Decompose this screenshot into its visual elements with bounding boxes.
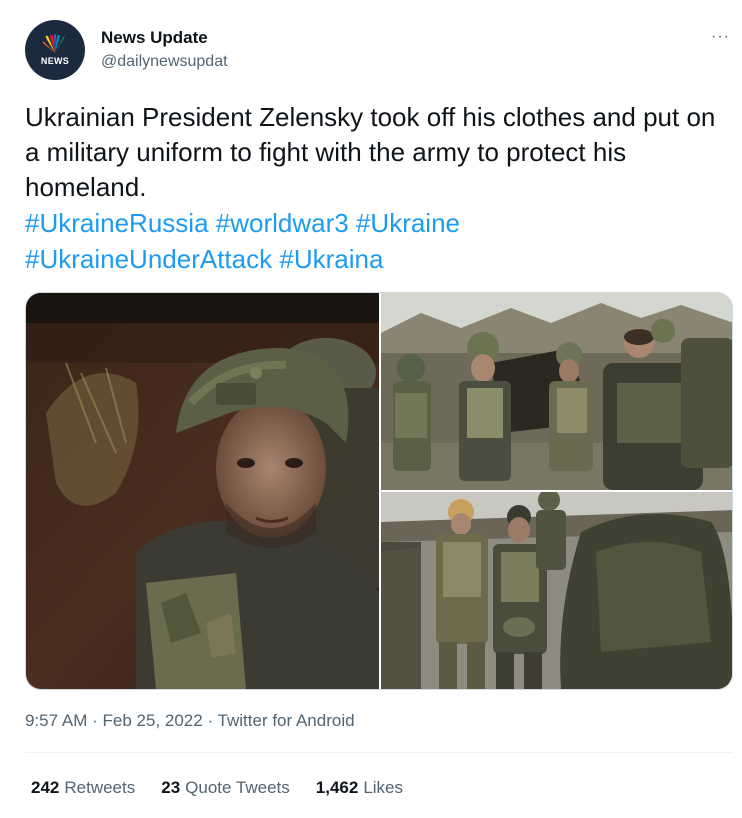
tweet: NEWS News Update @dailynewsupdat ··· Ukr… <box>0 0 742 818</box>
hashtag-list: #UkraineRussia #worldwar3 #Ukraine #Ukra… <box>25 205 725 277</box>
meta-separator: · <box>207 711 214 730</box>
soldiers-walking-photo[interactable] <box>381 492 732 689</box>
soldiers-at-bunker-photo[interactable] <box>381 293 732 490</box>
quote-tweets-stat[interactable]: 23 Quote Tweets <box>161 778 290 798</box>
tweet-meta: 9:57 AM · Feb 25, 2022 · Twitter for And… <box>25 711 355 731</box>
likes-label: Likes <box>363 778 403 797</box>
hashtag-link[interactable]: #UkraineRussia <box>25 208 209 238</box>
divider <box>25 752 733 753</box>
more-options-icon[interactable]: ··· <box>711 28 730 46</box>
tweet-text: Ukrainian President Zelensky took off hi… <box>25 102 716 202</box>
retweets-label: Retweets <box>64 778 136 797</box>
author-name[interactable]: News Update <box>101 28 208 48</box>
tweet-source[interactable]: Twitter for Android <box>218 711 355 730</box>
meta-separator: · <box>92 711 98 730</box>
peacock-logo-icon <box>42 34 65 53</box>
media-grid <box>25 292 733 690</box>
hashtag-link[interactable]: #Ukraina <box>279 244 383 274</box>
avatar-label: NEWS <box>40 56 70 66</box>
hashtag-link[interactable]: #worldwar3 <box>216 208 349 238</box>
soldier-in-trench-photo[interactable] <box>26 293 379 689</box>
retweets-count: 242 <box>31 778 60 797</box>
likes-count: 1,462 <box>315 778 359 797</box>
engagement-stats: 242 Retweets 23 Quote Tweets 1,462 Likes <box>31 778 403 798</box>
tweet-date[interactable]: Feb 25, 2022 <box>103 711 203 730</box>
hashtag-link[interactable]: #UkraineUnderAttack <box>25 244 272 274</box>
author-handle[interactable]: @dailynewsupdat <box>101 53 228 71</box>
hashtag-link[interactable]: #Ukraine <box>356 208 460 238</box>
likes-stat[interactable]: 1,462 Likes <box>316 778 403 798</box>
quote-tweets-count: 23 <box>161 778 181 797</box>
retweets-stat[interactable]: 242 Retweets <box>31 778 135 798</box>
quote-tweets-label: Quote Tweets <box>185 778 290 797</box>
avatar[interactable]: NEWS <box>25 20 85 80</box>
tweet-time[interactable]: 9:57 AM <box>25 711 87 730</box>
